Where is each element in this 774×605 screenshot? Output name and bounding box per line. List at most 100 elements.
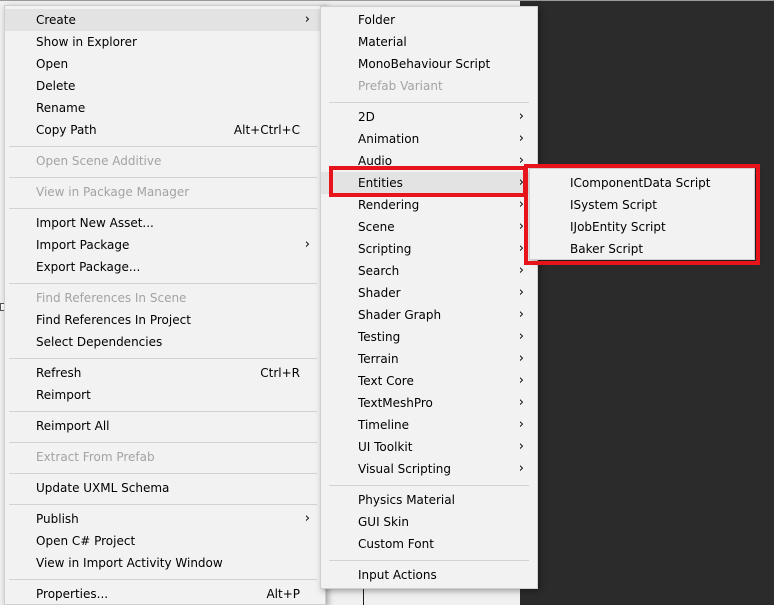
chevron-right-icon: › <box>304 12 310 27</box>
menu-item-label: Testing <box>358 330 401 344</box>
menu-item-label: Shader Graph <box>358 308 442 322</box>
menu-item-scripting[interactable]: Scripting › <box>321 238 537 260</box>
menu-item-select-dependencies[interactable]: Select Dependencies <box>5 331 325 353</box>
chevron-right-icon: › <box>518 439 524 454</box>
menu-item-custom-font[interactable]: Custom Font <box>321 533 537 555</box>
menu-item-label: Timeline <box>358 418 410 432</box>
menu-item-extract-from-prefab: Extract From Prefab <box>5 446 325 468</box>
menu-item-publish[interactable]: Publish › <box>5 508 325 530</box>
menu-item-find-references-in-project[interactable]: Find References In Project <box>5 309 325 331</box>
menu-item-open-scene-additive: Open Scene Additive <box>5 150 325 172</box>
menu-item-label: Open Scene Additive <box>36 154 162 168</box>
menu-item-scene[interactable]: Scene › <box>321 216 537 238</box>
menu-item-reimport[interactable]: Reimport <box>5 384 325 406</box>
menu-item-textmeshpro[interactable]: TextMeshPro › <box>321 392 537 414</box>
context-menu: Create › Show in Explorer Open Delete Re… <box>4 5 326 605</box>
menu-separator <box>9 283 317 284</box>
menu-separator <box>9 358 317 359</box>
menu-item-folder[interactable]: Folder <box>321 9 537 31</box>
menu-item-monobehaviour-script[interactable]: MonoBehaviour Script <box>321 53 537 75</box>
menu-separator <box>329 560 529 561</box>
menu-item-create[interactable]: Create › <box>5 9 325 31</box>
menu-item-search[interactable]: Search › <box>321 260 537 282</box>
menu-item-label: Import Package <box>36 238 130 252</box>
menu-item-physics-material[interactable]: Physics Material <box>321 489 537 511</box>
menu-item-show-in-explorer[interactable]: Show in Explorer <box>5 31 325 53</box>
menu-item-label: Input Actions <box>358 568 437 582</box>
menu-item-label: UI Toolkit <box>358 440 413 454</box>
menu-item-material[interactable]: Material <box>321 31 537 53</box>
menu-item-export-package[interactable]: Export Package... <box>5 256 325 278</box>
menu-item-update-uxml-schema[interactable]: Update UXML Schema <box>5 477 325 499</box>
chevron-right-icon: › <box>518 395 524 410</box>
menu-item-animation[interactable]: Animation › <box>321 128 537 150</box>
menu-item-shader-graph[interactable]: Shader Graph › <box>321 304 537 326</box>
annotation-highlight-entities-submenu <box>524 164 760 265</box>
menu-item-label: Scene <box>358 220 395 234</box>
menu-item-label: Find References In Project <box>36 313 191 327</box>
menu-item-visual-scripting[interactable]: Visual Scripting › <box>321 458 537 480</box>
menu-separator <box>9 208 317 209</box>
chevron-right-icon: › <box>518 307 524 322</box>
menu-item-label: Publish <box>36 512 79 526</box>
menu-item-import-new-asset[interactable]: Import New Asset... <box>5 212 325 234</box>
menu-item-label: Rendering <box>358 198 420 212</box>
menu-item-label: Open C# Project <box>36 534 136 548</box>
menu-item-rendering[interactable]: Rendering › <box>321 194 537 216</box>
menu-item-label: Extract From Prefab <box>36 450 155 464</box>
menu-item-shader[interactable]: Shader › <box>321 282 537 304</box>
chevron-right-icon: › <box>518 109 524 124</box>
menu-separator <box>9 177 317 178</box>
chevron-right-icon: › <box>518 417 524 432</box>
menu-item-view-in-package-manager: View in Package Manager <box>5 181 325 203</box>
menu-item-terrain[interactable]: Terrain › <box>321 348 537 370</box>
menu-item-input-actions[interactable]: Input Actions <box>321 564 537 586</box>
menu-item-label: Folder <box>358 13 396 27</box>
menu-item-label: Create <box>36 13 76 27</box>
menu-item-testing[interactable]: Testing › <box>321 326 537 348</box>
menu-item-open[interactable]: Open <box>5 53 325 75</box>
menu-item-2d[interactable]: 2D › <box>321 106 537 128</box>
menu-item-rename[interactable]: Rename <box>5 97 325 119</box>
menu-item-import-package[interactable]: Import Package › <box>5 234 325 256</box>
chevron-right-icon: › <box>518 285 524 300</box>
menu-item-timeline[interactable]: Timeline › <box>321 414 537 436</box>
menu-item-label: Scripting <box>358 242 412 256</box>
menu-item-view-in-import-activity-window[interactable]: View in Import Activity Window <box>5 552 325 574</box>
menu-item-label: Refresh <box>36 366 82 380</box>
menu-item-label: Physics Material <box>358 493 455 507</box>
chevron-right-icon: › <box>304 237 310 252</box>
menu-item-label: GUI Skin <box>358 515 409 529</box>
menu-item-label: Select Dependencies <box>36 335 163 349</box>
menu-item-label: Reimport All <box>36 419 110 433</box>
menu-separator <box>9 473 317 474</box>
menu-separator <box>329 485 529 486</box>
chevron-right-icon: › <box>518 351 524 366</box>
chevron-right-icon: › <box>518 329 524 344</box>
menu-item-refresh[interactable]: Refresh Ctrl+R <box>5 362 325 384</box>
menu-separator <box>329 102 529 103</box>
menu-item-label: Open <box>36 57 69 71</box>
menu-separator <box>9 504 317 505</box>
menu-item-text-core[interactable]: Text Core › <box>321 370 537 392</box>
menu-item-label: Update UXML Schema <box>36 481 170 495</box>
menu-item-delete[interactable]: Delete <box>5 75 325 97</box>
menu-item-properties[interactable]: Properties... Alt+P <box>5 583 325 605</box>
menu-item-ui-toolkit[interactable]: UI Toolkit › <box>321 436 537 458</box>
menu-item-label: MonoBehaviour Script <box>358 57 491 71</box>
menu-item-label: Import New Asset... <box>36 216 154 230</box>
chevron-right-icon: › <box>304 511 310 526</box>
top-border <box>0 0 774 1</box>
menu-item-gui-skin[interactable]: GUI Skin <box>321 511 537 533</box>
menu-item-label: Custom Font <box>358 537 434 551</box>
menu-item-copy-path[interactable]: Copy Path Alt+Ctrl+C <box>5 119 325 141</box>
menu-item-prefab-variant: Prefab Variant <box>321 75 537 97</box>
menu-item-label: Reimport <box>36 388 91 402</box>
menu-item-open-csharp-project[interactable]: Open C# Project <box>5 530 325 552</box>
menu-item-label: Show in Explorer <box>36 35 137 49</box>
create-submenu: Folder Material MonoBehaviour Script Pre… <box>320 6 538 589</box>
annotation-highlight-entities <box>329 166 527 197</box>
menu-item-label: Export Package... <box>36 260 141 274</box>
menu-item-reimport-all[interactable]: Reimport All <box>5 415 325 437</box>
menu-item-label: Text Core <box>358 374 414 388</box>
